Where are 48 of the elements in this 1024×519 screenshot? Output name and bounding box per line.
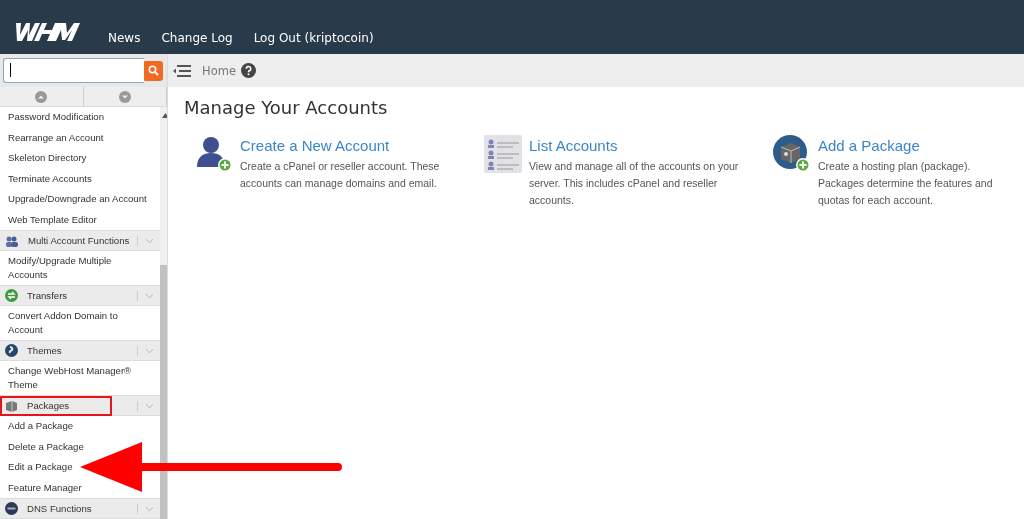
menu-item[interactable]: Password Modification [0,107,106,128]
menu-section[interactable]: Multi Account Functions [0,230,161,251]
chevron-icon [137,235,155,246]
card-link[interactable]: Add a Package [818,137,1012,154]
menu-section[interactable]: DNS Functions [0,498,161,519]
menu-item[interactable]: Terminate Accounts [0,168,94,189]
menu-item[interactable]: Skeleton Directory [0,148,89,169]
menu-section[interactable]: Packages [0,395,161,416]
menu-item[interactable]: Delete a Package [0,436,86,457]
menu-item[interactable]: Add a Package [0,416,76,437]
menu-section[interactable]: Themes [0,340,161,361]
chevron-icon [137,345,155,356]
up-arrow-icon[interactable] [162,113,167,118]
page-title: Manage Your Accounts [184,97,389,118]
menu-item[interactable]: Feature Manager [0,477,84,498]
search-button[interactable] [143,60,163,81]
globe-icon [5,344,18,357]
search-field[interactable] [3,58,144,83]
breadcrumb[interactable]: Home [202,63,236,78]
card-description: View and manage all of the accounts on your server. This includes cPanel and reseller accounts. [529,159,740,208]
menu-item[interactable]: Change WebHost Manager® Theme [0,361,155,395]
nav-link[interactable]: Change Log [161,31,233,45]
menu-item[interactable]: Modify/Upgrade Multiple Accounts [0,251,155,285]
chevron-icon [137,290,155,301]
card-description: Create a hosting plan (package). Packages determine the features and quotas for each account. [818,159,994,208]
user-add-icon[interactable] [195,135,233,173]
search-icon [147,65,159,76]
menu-item[interactable]: Convert Addon Domain to Account [0,306,155,340]
chevron-icon [137,400,155,411]
nav-link[interactable]: News [108,31,141,45]
transfer-icon [5,289,18,302]
help-icon[interactable] [240,63,256,78]
user-list-icon[interactable] [484,135,522,173]
menu-section[interactable]: Transfers [0,285,161,306]
package-add-icon[interactable] [773,135,811,173]
card-link[interactable]: List Accounts [529,137,762,154]
chevron-icon [137,503,155,514]
menu-item[interactable]: Web Template Editor [0,209,99,230]
box-icon [5,399,18,412]
dns-icon [5,502,18,515]
menu-item[interactable]: Upgrade/Downgrade an Account [0,189,149,210]
menu-item[interactable]: Rearrange an Account [0,127,106,148]
menu-icon[interactable] [173,63,191,78]
nav-link[interactable]: Log Out (kriptocoin) [253,31,374,45]
card-link[interactable]: Create a New Account [240,137,473,154]
menu-item[interactable]: Edit a Package [0,457,75,478]
card-description: Create a cPanel or reseller account. These accounts can manage domains and email. [240,159,441,191]
users-icon [5,234,19,247]
